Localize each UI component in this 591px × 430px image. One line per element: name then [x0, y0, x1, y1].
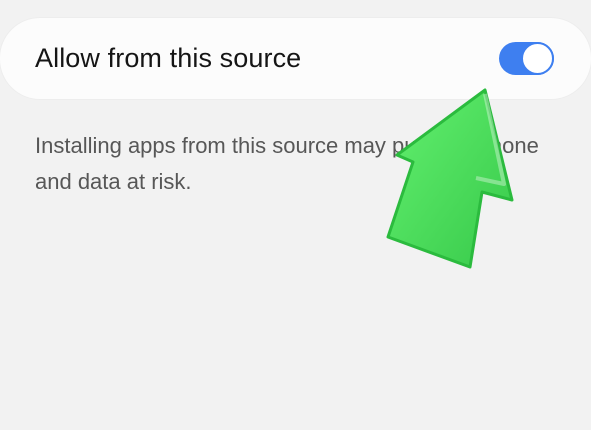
allow-source-toggle[interactable] [499, 42, 554, 75]
allow-source-label: Allow from this source [35, 43, 302, 73]
toggle-knob [521, 42, 554, 75]
up-arrow-icon [386, 88, 514, 269]
